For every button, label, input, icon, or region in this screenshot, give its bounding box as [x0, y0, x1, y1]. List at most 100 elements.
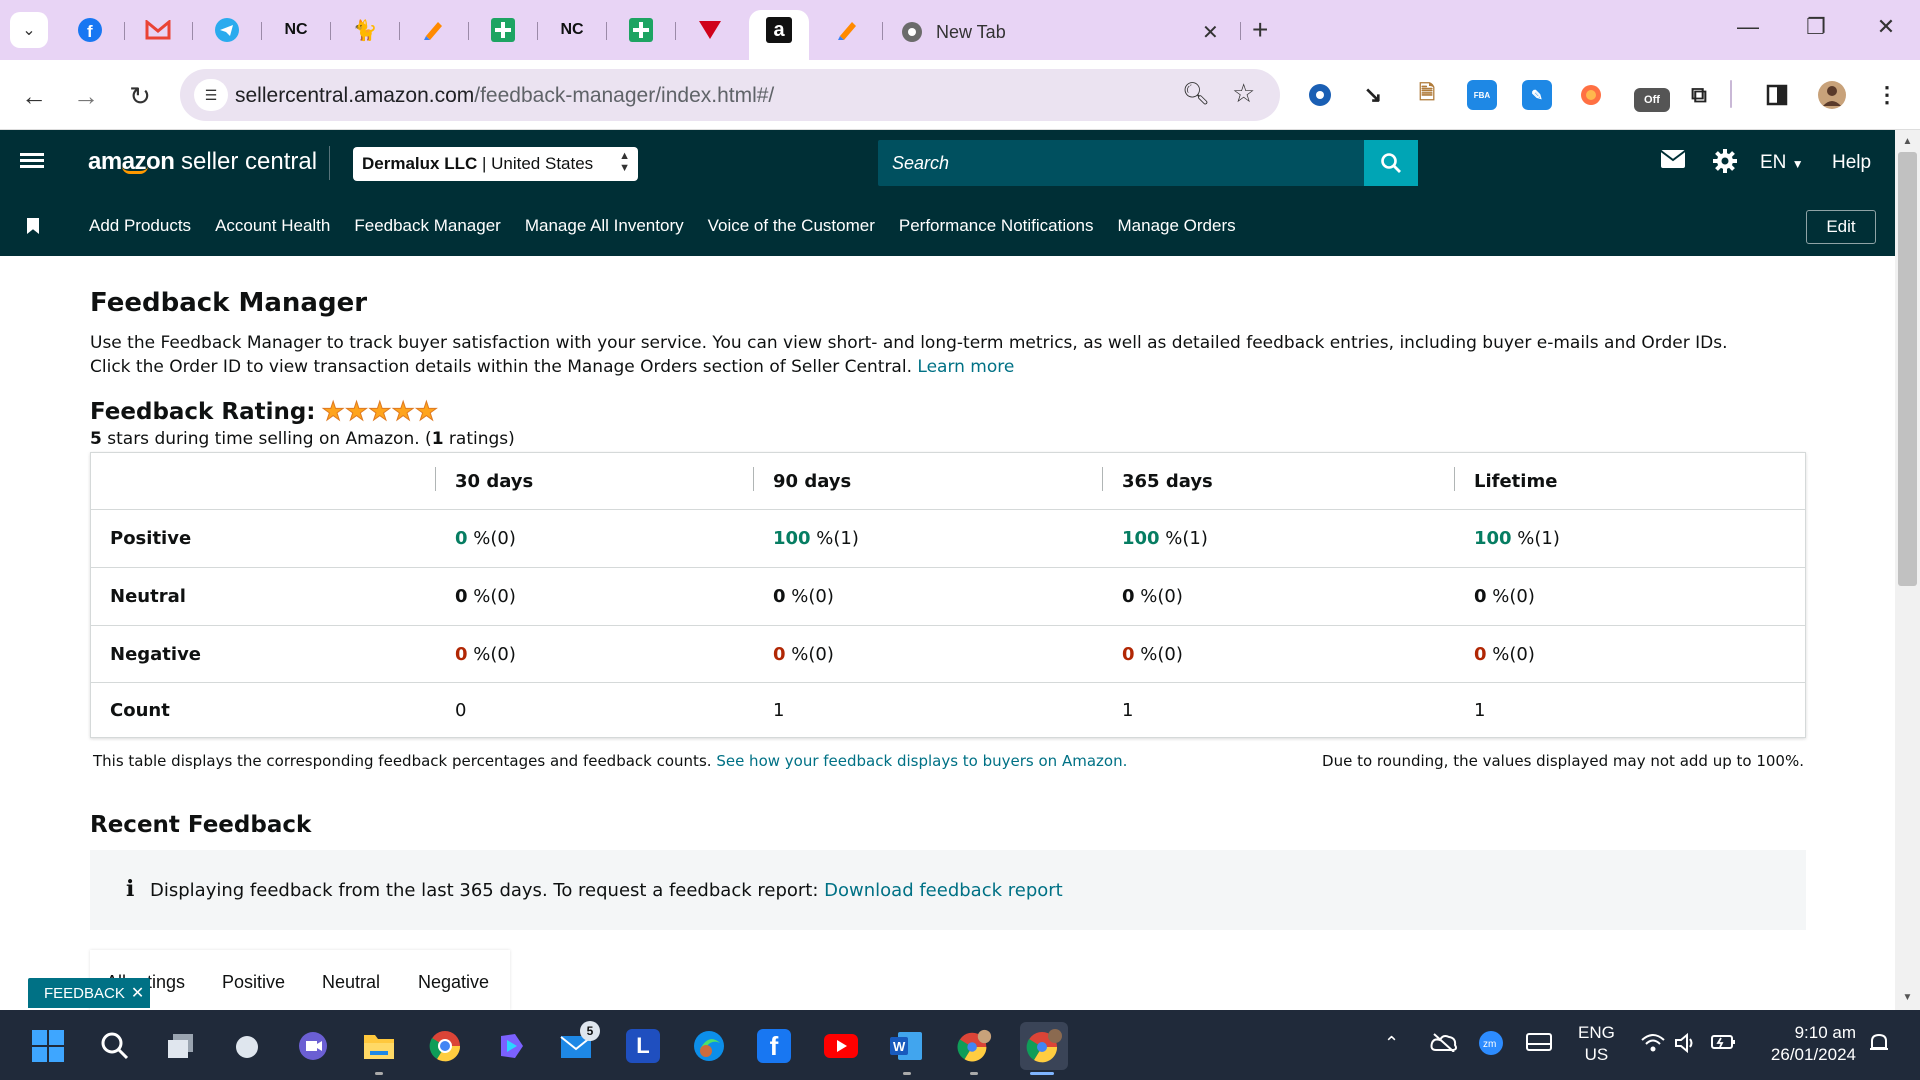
seller-central-logo[interactable]: amazon seller central — [88, 148, 317, 176]
windows-start-icon[interactable] — [29, 1027, 67, 1065]
edit-bookmarks-button[interactable]: Edit — [1806, 210, 1876, 244]
address-bar[interactable]: ☰ sellercentral.amazon.com/feedback-mana… — [180, 69, 1280, 121]
tab-positive[interactable]: Positive — [222, 972, 285, 993]
tab-facebook[interactable]: f — [74, 14, 106, 46]
scroll-thumb[interactable] — [1898, 152, 1917, 586]
mail-taskbar-icon[interactable]: 5 — [558, 1021, 600, 1065]
tab-nc-1[interactable]: NC — [280, 14, 312, 46]
account-selector[interactable]: Dermalux LLC | United States ▲ ▼ — [353, 147, 638, 181]
tab-black-cat[interactable]: 🐈 — [349, 14, 381, 46]
youtube-icon[interactable] — [822, 1027, 860, 1065]
extension-sheets-icon[interactable]: 🗎︎ — [1412, 80, 1442, 110]
nav-account-health[interactable]: Account Health — [215, 216, 330, 236]
tab-search-button[interactable]: ⌄ — [10, 12, 48, 48]
learn-more-link[interactable]: Learn more — [917, 357, 1014, 377]
forward-arrow-icon[interactable]: → — [68, 78, 104, 114]
chrome-taskbar-icon[interactable] — [426, 1027, 464, 1065]
bookmark-star-icon[interactable]: ☆ — [1232, 78, 1255, 109]
nav-add-products[interactable]: Add Products — [89, 216, 191, 236]
zoom-icon[interactable]: 🔍︎ — [1182, 81, 1210, 107]
hamburger-menu-icon[interactable] — [20, 150, 44, 174]
restore-icon[interactable]: ❐ — [1796, 14, 1836, 40]
chrome-profile-2-icon[interactable] — [1020, 1022, 1068, 1070]
search-box — [878, 140, 1364, 186]
tab-green-plus-1[interactable] — [487, 14, 519, 46]
feedback-display-link[interactable]: See how your feedback displays to buyers… — [716, 752, 1127, 770]
onedrive-icon[interactable] — [1430, 1032, 1458, 1058]
tab-nc-2[interactable]: NC — [556, 14, 588, 46]
search-button[interactable] — [1364, 140, 1418, 186]
nav-feedback-manager[interactable]: Feedback Manager — [354, 216, 500, 236]
intro-text: Use the Feedback Manager to track buyer … — [90, 333, 1728, 377]
tab-neutral[interactable]: Neutral — [322, 972, 380, 993]
chrome-profile-1-icon[interactable] — [955, 1027, 993, 1065]
tab-gmail[interactable] — [142, 14, 174, 46]
scroll-up-icon[interactable]: ▲ — [1895, 136, 1920, 147]
close-window-icon[interactable]: ✕ — [1866, 14, 1906, 40]
extension-puzzle-blue-icon[interactable] — [1305, 80, 1335, 110]
nav-performance-notifications[interactable]: Performance Notifications — [899, 216, 1094, 236]
scroll-down-icon[interactable]: ▼ — [1895, 992, 1920, 1003]
extension-tag-icon[interactable]: ✎ — [1522, 80, 1552, 110]
task-view-icon[interactable] — [162, 1027, 200, 1065]
green-plus-icon — [491, 18, 515, 42]
notification-icon[interactable] — [1868, 1032, 1890, 1060]
profile-avatar[interactable] — [1817, 80, 1847, 110]
close-icon[interactable]: ✕ — [131, 983, 144, 1003]
feedback-widget-button[interactable]: FEEDBACK ✕ — [28, 978, 150, 1008]
language-indicator[interactable]: ENG US — [1578, 1022, 1615, 1066]
back-arrow-icon[interactable]: ← — [16, 78, 52, 114]
tab-negative[interactable]: Negative — [418, 972, 489, 993]
search-input[interactable] — [878, 140, 1364, 186]
side-panel-icon[interactable] — [1762, 80, 1792, 110]
amazon-icon: a — [766, 17, 792, 43]
edge-icon[interactable] — [690, 1027, 728, 1065]
nav-manage-all-inventory[interactable]: Manage All Inventory — [525, 216, 684, 236]
tab-red-triangle[interactable] — [694, 14, 726, 46]
search-icon[interactable] — [96, 1027, 134, 1065]
extension-fba-icon[interactable]: FBA — [1467, 80, 1497, 110]
pen-icon — [424, 22, 442, 40]
row-label-neutral: Neutral — [110, 586, 186, 607]
tab-pen-1[interactable] — [418, 14, 450, 46]
mail-icon[interactable] — [1660, 148, 1686, 176]
clock[interactable]: 9:10 am 26/01/2024 — [1760, 1022, 1856, 1066]
cloud-app-icon[interactable] — [228, 1027, 266, 1065]
volume-icon[interactable] — [1674, 1032, 1698, 1060]
tab-telegram[interactable] — [211, 14, 243, 46]
reload-icon[interactable]: ↻ — [122, 78, 158, 114]
wifi-icon[interactable] — [1640, 1032, 1666, 1060]
tab-new-tab[interactable]: New Tab ✕ — [890, 12, 1250, 52]
keyboard-tray-icon[interactable] — [1526, 1032, 1552, 1058]
nav-manage-orders[interactable]: Manage Orders — [1118, 216, 1236, 236]
help-link[interactable]: Help — [1832, 152, 1871, 174]
l-app-icon[interactable]: L — [626, 1029, 660, 1063]
tab-amazon[interactable]: a — [763, 14, 795, 46]
extension-arrow-icon[interactable]: ↘ — [1358, 80, 1388, 110]
page-scrollbar[interactable]: ▲ ▼ — [1895, 130, 1920, 1010]
word-icon[interactable]: W — [887, 1027, 925, 1065]
tab-pen-2[interactable] — [832, 14, 864, 46]
close-tab-icon[interactable]: ✕ — [1202, 20, 1219, 45]
download-feedback-report-link[interactable]: Download feedback report — [824, 880, 1063, 901]
file-explorer-icon[interactable] — [360, 1027, 398, 1065]
url-text[interactable]: sellercentral.amazon.com/feedback-manage… — [235, 84, 774, 108]
site-settings-icon[interactable]: ☰ — [194, 79, 228, 111]
copilot-icon[interactable] — [492, 1027, 530, 1065]
minimize-icon[interactable]: — — [1728, 14, 1768, 40]
extensions-puzzle-icon[interactable]: ⧉ — [1684, 80, 1714, 110]
language-selector[interactable]: EN ▼ — [1760, 152, 1804, 174]
facebook-taskbar-icon[interactable]: f — [757, 1029, 791, 1063]
settings-gear-icon[interactable] — [1712, 148, 1738, 181]
tray-chevron-up-icon[interactable]: ⌃ — [1384, 1032, 1399, 1054]
bookmark-icon[interactable] — [27, 218, 39, 234]
teams-meet-icon[interactable] — [294, 1027, 332, 1065]
zoom-tray-icon[interactable]: zm — [1478, 1030, 1504, 1062]
battery-icon[interactable] — [1710, 1032, 1738, 1058]
new-tab-plus-icon[interactable]: + — [1252, 14, 1268, 46]
chrome-menu-icon[interactable]: ⋮ — [1872, 80, 1902, 110]
nav-voice-of-the-customer[interactable]: Voice of the Customer — [708, 216, 875, 236]
extension-off-icon[interactable]: Off — [1634, 88, 1670, 112]
tab-green-plus-2[interactable] — [625, 14, 657, 46]
extension-orange-circle-icon[interactable] — [1576, 80, 1606, 110]
